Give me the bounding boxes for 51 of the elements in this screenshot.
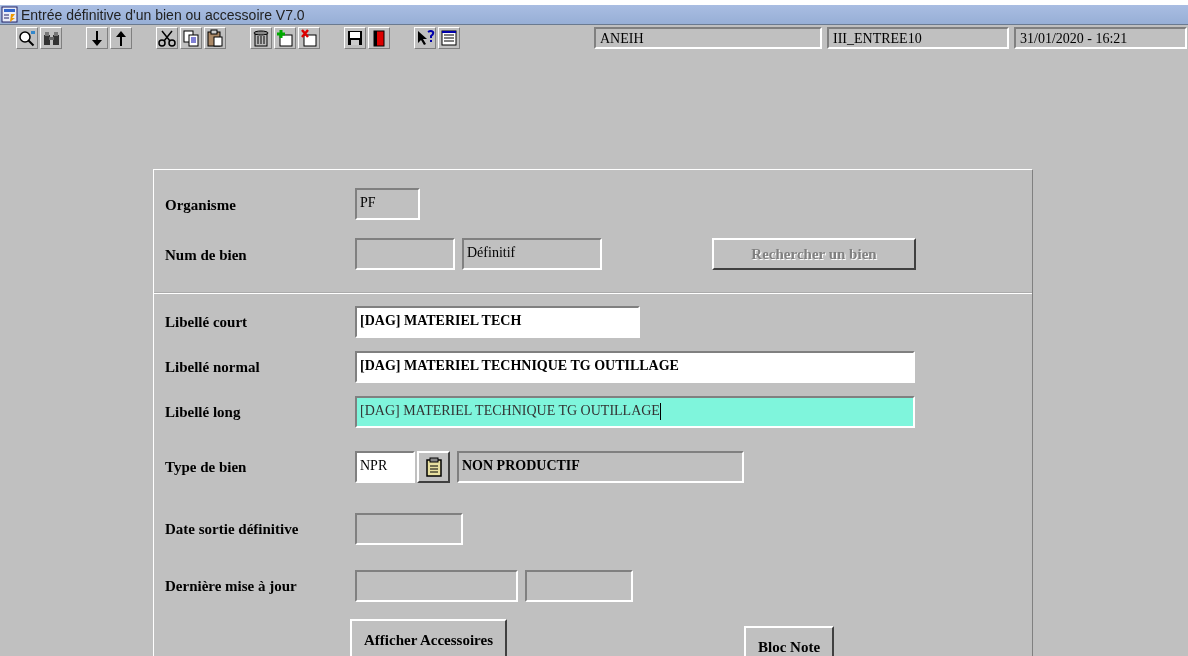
status-field: III_ENTREE10: [827, 27, 1009, 49]
copy-button[interactable]: [180, 27, 202, 49]
input-field[interactable]: [525, 570, 633, 602]
clipboard-button[interactable]: [204, 27, 226, 49]
help-pointer-icon: [415, 28, 435, 48]
show-accessories-button[interactable]: Afficher Accessoires: [350, 619, 507, 656]
notes-button[interactable]: Bloc Note: [744, 626, 835, 656]
magnifier-icon: [17, 28, 37, 48]
input-field[interactable]: [355, 570, 518, 602]
field-label: Libellé normal: [164, 358, 261, 376]
arrow-down-button[interactable]: [86, 27, 108, 49]
field-label: Type de bien: [164, 458, 248, 476]
field-label: Dernière mise à jour: [164, 577, 298, 595]
clipboard-icon: [424, 457, 443, 477]
input-field[interactable]: [DAG] MATERIEL TECHNIQUE TG OUTILLAGE: [355, 396, 915, 428]
status-field: 31/01/2020 - 16:21: [1014, 27, 1187, 49]
status-field: ANEIH: [594, 27, 822, 49]
copy-icon: [181, 28, 201, 48]
window-title: Entrée définitive d'un bien ou accessoire V7.0: [21, 6, 305, 23]
trash-button[interactable]: [250, 27, 272, 49]
trash-icon: [251, 28, 271, 48]
delete-record-button[interactable]: [298, 27, 320, 49]
input-field[interactable]: [DAG] MATERIEL TECHNIQUE TG OUTILLAGE: [355, 351, 915, 383]
input-field[interactable]: NPR: [355, 451, 415, 483]
exit-door-button[interactable]: [368, 27, 390, 49]
input-field[interactable]: [355, 513, 463, 545]
magnifier-button[interactable]: [16, 27, 38, 49]
input-field[interactable]: [DAG] MATERIEL TECH: [355, 306, 640, 338]
field-label: Num de bien: [164, 245, 248, 264]
input-field[interactable]: PF: [355, 188, 420, 220]
clipboard-icon: [205, 28, 225, 48]
help-pointer-button[interactable]: [414, 27, 436, 49]
delete-record-icon: [299, 28, 319, 48]
app-icon: [1, 6, 19, 23]
field-label: Organisme: [164, 195, 237, 214]
field-label: Libellé court: [164, 313, 249, 331]
scissors-button[interactable]: [156, 27, 178, 49]
input-field[interactable]: NON PRODUCTIF: [457, 451, 744, 483]
binoculars-button[interactable]: [40, 27, 62, 49]
input-field[interactable]: Définitif: [462, 238, 602, 270]
list-icon: [439, 28, 459, 48]
floppy-disk-button[interactable]: [344, 27, 366, 49]
field-label: Libellé long: [164, 403, 242, 421]
list-button[interactable]: [438, 27, 460, 49]
arrow-up-button[interactable]: [110, 27, 132, 49]
field-label: Date sortie définitive: [164, 520, 300, 538]
input-field[interactable]: [355, 238, 455, 270]
lookup-button[interactable]: [417, 451, 450, 483]
add-record-button[interactable]: [274, 27, 296, 49]
scissors-icon: [157, 28, 177, 48]
add-record-icon: [275, 28, 295, 48]
